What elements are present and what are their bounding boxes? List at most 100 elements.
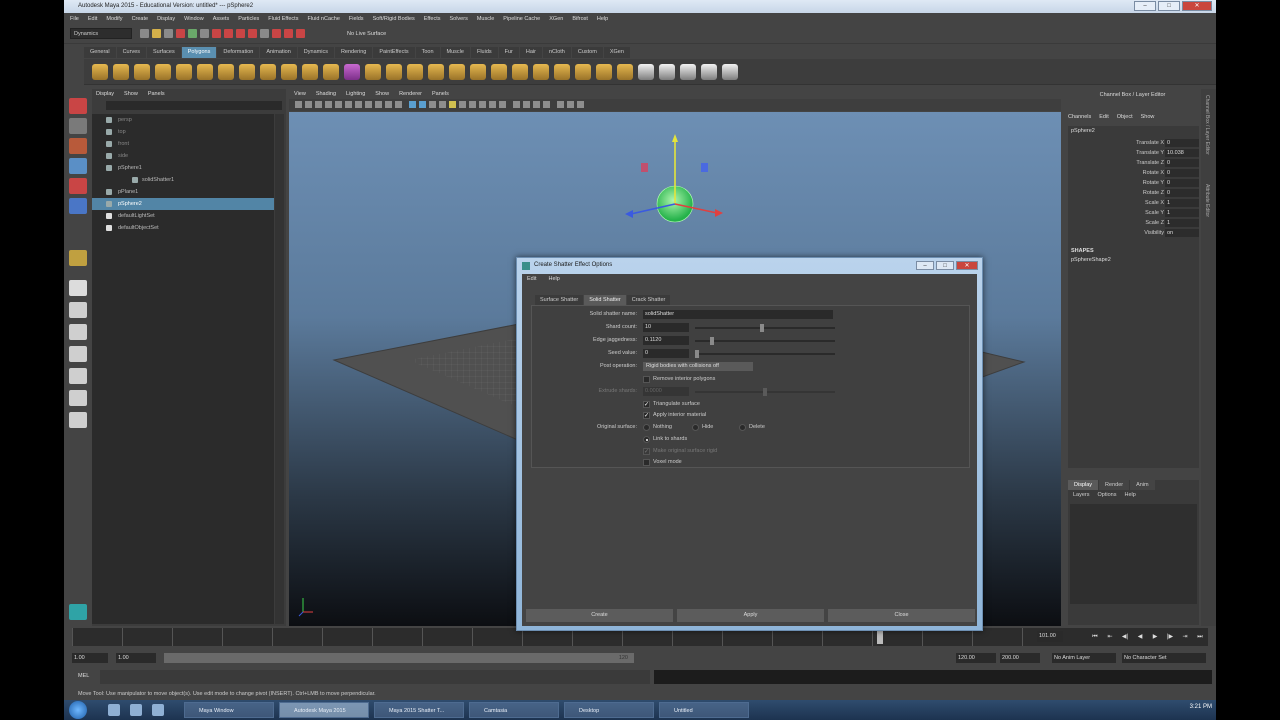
safe-action-icon[interactable] <box>385 101 392 108</box>
viewport-menu-panels[interactable]: Panels <box>432 89 449 99</box>
menu-file[interactable]: File <box>70 13 79 25</box>
outliner-item-side[interactable]: side <box>92 150 274 162</box>
backface-culling-icon[interactable] <box>567 101 574 108</box>
interior-material-checkbox[interactable]: ✓ <box>643 412 650 419</box>
append-icon[interactable] <box>512 64 528 80</box>
hypershade-layout-icon[interactable] <box>69 368 87 384</box>
menu-modify[interactable]: Modify <box>106 13 122 25</box>
four-view-layout-icon[interactable] <box>69 302 87 318</box>
playback-start-field[interactable]: 1.00 <box>116 653 156 663</box>
save-scene-icon[interactable] <box>164 29 173 38</box>
motion-blur-icon[interactable] <box>479 101 486 108</box>
cb-menu-show[interactable]: Show <box>1141 114 1155 120</box>
extrude-shards-field[interactable]: 0.0000 <box>643 387 689 396</box>
camera-select-icon[interactable] <box>295 101 302 108</box>
anti-aliasing-icon[interactable] <box>489 101 496 108</box>
clock[interactable]: 3:21 PM <box>1190 704 1212 710</box>
gate-mask-icon[interactable] <box>365 101 372 108</box>
snap-grid-icon[interactable] <box>212 29 221 38</box>
outliner-item-defaultobjectset[interactable]: defaultObjectSet <box>92 222 274 234</box>
play-forwards-button[interactable]: ▶ <box>1150 632 1160 642</box>
tab-surface-shatter[interactable]: Surface Shatter <box>535 295 584 305</box>
outliner-menu-show[interactable]: Show <box>124 89 138 99</box>
shelf-tab-animation[interactable]: Animation <box>260 47 297 58</box>
ambient-occlusion-icon[interactable] <box>469 101 476 108</box>
insert-edge-loop-icon[interactable] <box>554 64 570 80</box>
edge-jaggedness-slider[interactable] <box>695 337 835 345</box>
menu-fluid-ncache[interactable]: Fluid nCache <box>307 13 339 25</box>
extrude-shards-slider[interactable] <box>695 388 835 396</box>
bookmark-icon[interactable] <box>315 101 322 108</box>
edge-jaggedness-field[interactable]: 0.1120 <box>643 336 689 345</box>
maximize-button[interactable]: □ <box>1158 1 1180 11</box>
viewport-menu-renderer[interactable]: Renderer <box>399 89 422 99</box>
menu-edit[interactable]: Edit <box>88 13 97 25</box>
poly-pyramid-icon[interactable] <box>239 64 255 80</box>
triangulate-checkbox[interactable]: ✓ <box>643 401 650 408</box>
current-time-marker[interactable] <box>877 630 883 644</box>
outliner-item-persp[interactable]: persp <box>92 114 274 126</box>
outliner-search-field[interactable] <box>106 101 282 110</box>
step-forward-frame-button[interactable]: |▶ <box>1165 632 1175 642</box>
radio-hide[interactable] <box>692 424 699 431</box>
menu-create[interactable]: Create <box>132 13 149 25</box>
outliner-item-solidshatter1[interactable]: solidShatter1 <box>92 174 274 186</box>
ie-icon[interactable] <box>108 704 120 716</box>
select-tool-icon[interactable] <box>69 98 87 114</box>
attr-rotate-z[interactable]: Rotate Z0 <box>1068 188 1199 198</box>
select-object-icon[interactable] <box>188 29 197 38</box>
image-plane-icon[interactable] <box>325 101 332 108</box>
mel-label[interactable]: MEL <box>78 673 89 679</box>
poly-cube-icon[interactable] <box>113 64 129 80</box>
menu-xgen[interactable]: XGen <box>549 13 563 25</box>
safe-title-icon[interactable] <box>395 101 402 108</box>
outliner-layout-icon[interactable] <box>69 412 87 428</box>
view-transform-icon[interactable] <box>577 101 584 108</box>
render-settings-icon[interactable] <box>296 29 305 38</box>
attr-value[interactable]: 1 <box>1165 209 1199 217</box>
slider-knob[interactable] <box>763 388 767 396</box>
depth-of-field-icon[interactable] <box>499 101 506 108</box>
poly-torus-icon[interactable] <box>197 64 213 80</box>
play-backwards-button[interactable]: ◀ <box>1135 632 1145 642</box>
layer-menu-options[interactable]: Options <box>1098 490 1117 500</box>
snap-point-icon[interactable] <box>236 29 245 38</box>
viewport-menu-shading[interactable]: Shading <box>316 89 336 99</box>
radio-delete[interactable] <box>739 424 746 431</box>
shelf-tab-toon[interactable]: Toon <box>415 47 440 58</box>
shelf-tab-rendering[interactable]: Rendering <box>334 47 373 58</box>
shelf-tab-custom[interactable]: Custom <box>571 47 603 58</box>
attr-value[interactable]: 0 <box>1165 189 1199 197</box>
rotate-tool-icon[interactable] <box>69 178 87 194</box>
extrude-icon[interactable] <box>470 64 486 80</box>
viewport-menu-lighting[interactable]: Lighting <box>346 89 365 99</box>
outliner-menu-display[interactable]: Display <box>96 89 114 99</box>
slider-knob[interactable] <box>710 337 714 345</box>
menu-soft-rigid-bodies[interactable]: Soft/Rigid Bodies <box>373 13 415 25</box>
menu-fields[interactable]: Fields <box>349 13 364 25</box>
lasso-tool-icon[interactable] <box>69 118 87 134</box>
attr-value[interactable]: 1 <box>1165 219 1199 227</box>
playback-end-field[interactable]: 120.00 <box>956 653 996 663</box>
attr-scale-y[interactable]: Scale Y1 <box>1068 208 1199 218</box>
shadows-icon[interactable] <box>459 101 466 108</box>
slider-knob[interactable] <box>760 324 764 332</box>
taskbar-item-untitled[interactable]: Untitled <box>659 702 749 718</box>
taskbar-item-desktop[interactable]: Desktop <box>564 702 654 718</box>
shelf-tab-painteffects[interactable]: PaintEffects <box>373 47 415 58</box>
remove-interior-checkbox[interactable] <box>643 376 650 383</box>
shelf-tab-hair[interactable]: Hair <box>519 47 542 58</box>
open-scene-icon[interactable] <box>152 29 161 38</box>
automatic-map-icon[interactable] <box>701 64 717 80</box>
spherical-map-icon[interactable] <box>680 64 696 80</box>
shatter-name-field[interactable]: solidShatter <box>643 310 833 319</box>
boolean-icon[interactable] <box>428 64 444 80</box>
attr-rotate-x[interactable]: Rotate X0 <box>1068 168 1199 178</box>
outliner-scrollbar[interactable] <box>275 114 284 624</box>
radio-link-to-shards[interactable] <box>643 436 650 443</box>
layer-menu-help[interactable]: Help <box>1124 490 1135 500</box>
range-bar[interactable]: 120 <box>164 653 634 663</box>
shard-count-field[interactable]: 10 <box>643 323 689 332</box>
select-component-icon[interactable] <box>200 29 209 38</box>
step-forward-key-button[interactable]: ⇥ <box>1180 632 1190 642</box>
